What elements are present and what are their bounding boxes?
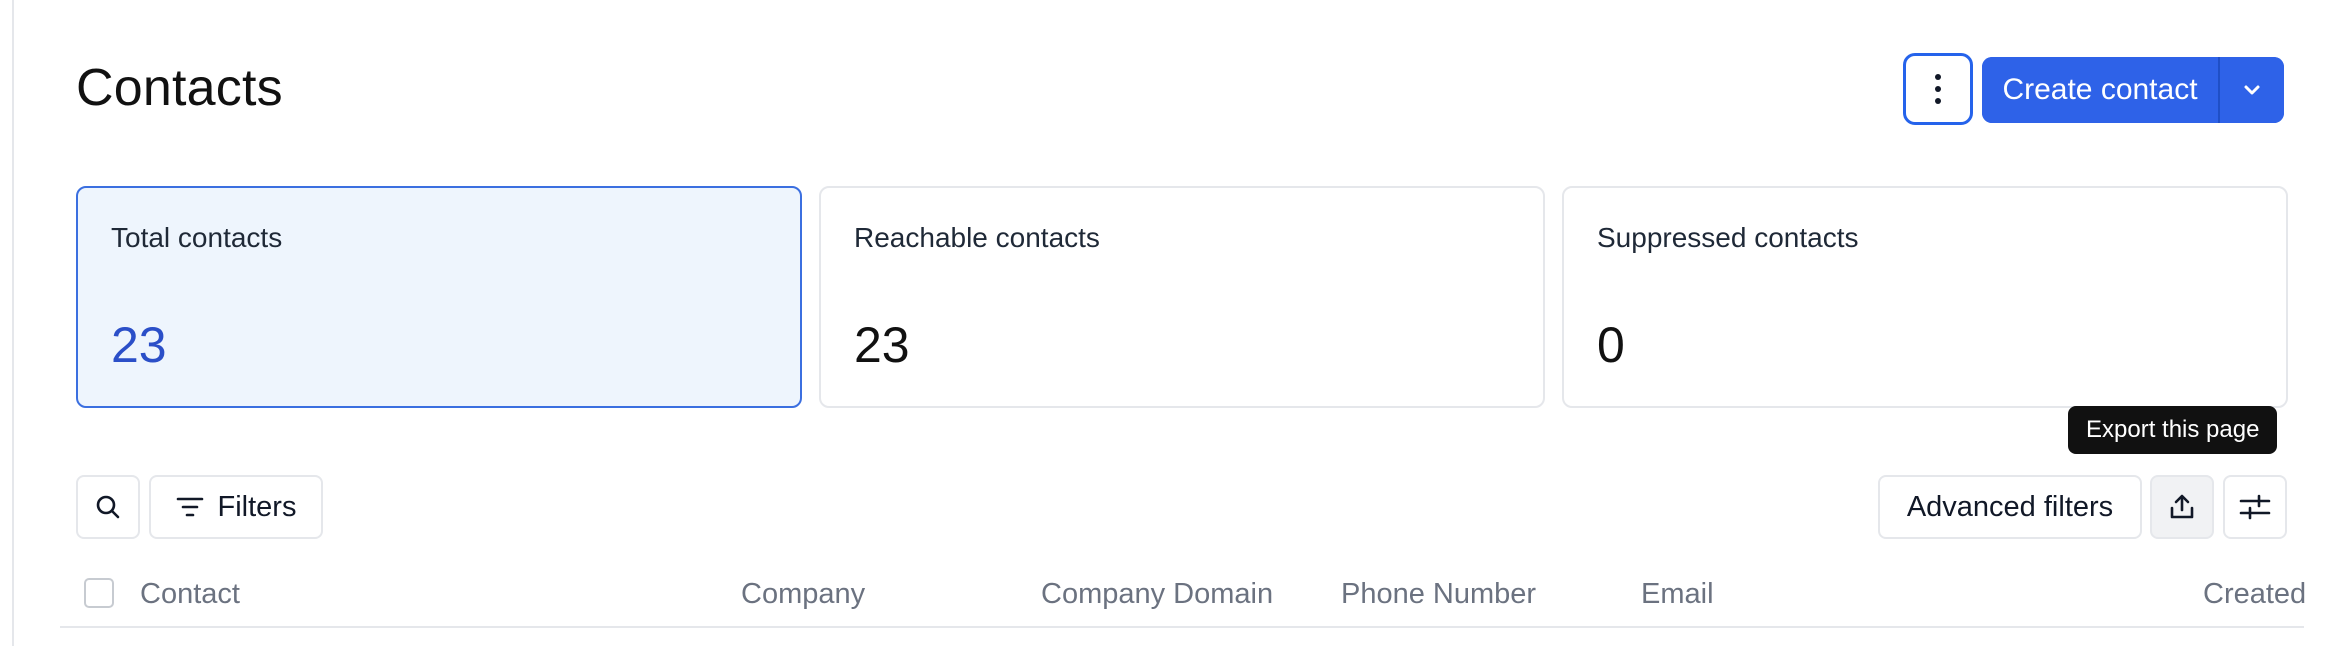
create-options-button[interactable]: [2220, 57, 2284, 123]
upload-icon: [2168, 493, 2196, 521]
stat-label: Suppressed contacts: [1597, 222, 1859, 253]
column-header-company-domain[interactable]: Company Domain: [1041, 578, 1273, 611]
search-button[interactable]: [76, 475, 140, 539]
column-header-company[interactable]: Company: [741, 578, 865, 611]
contacts-page: Contacts Create contact Total contacts 2…: [0, 0, 2348, 646]
column-header-phone-number[interactable]: Phone Number: [1341, 578, 1536, 611]
vertical-dots-icon: [1935, 74, 1941, 104]
stat-label: Total contacts: [111, 222, 283, 253]
stat-card-reachable-contacts[interactable]: Reachable contacts 23: [819, 186, 1545, 408]
stat-value: 23: [854, 317, 910, 373]
page-title: Contacts: [76, 59, 283, 117]
column-header-contact[interactable]: Contact: [140, 578, 240, 611]
chevron-down-icon: [2243, 84, 2261, 96]
stat-value: 0: [1597, 317, 1625, 373]
more-actions-button[interactable]: [1903, 53, 1973, 125]
column-header-created[interactable]: Created: [2203, 578, 2306, 611]
filters-label: Filters: [217, 490, 297, 523]
column-settings-button[interactable]: [2223, 475, 2287, 539]
sliders-icon: [2239, 493, 2271, 521]
export-tooltip: Export this page: [2068, 406, 2278, 454]
column-header-email[interactable]: Email: [1641, 578, 1714, 611]
export-button[interactable]: [2150, 475, 2214, 539]
table-header: Contact Company Company Domain Phone Num…: [60, 564, 2306, 628]
create-contact-split-button: Create contact: [1982, 57, 2284, 123]
stat-value: 23: [111, 317, 167, 373]
filters-button[interactable]: Filters: [149, 475, 323, 539]
filter-lines-icon: [176, 495, 204, 519]
stat-card-total-contacts[interactable]: Total contacts 23: [76, 186, 802, 408]
advanced-filters-button[interactable]: Advanced filters: [1878, 475, 2142, 539]
create-contact-button[interactable]: Create contact: [1982, 57, 2218, 123]
stat-card-suppressed-contacts[interactable]: Suppressed contacts 0: [1562, 186, 2288, 408]
select-all-checkbox[interactable]: [84, 578, 114, 608]
stat-label: Reachable contacts: [854, 222, 1100, 253]
search-icon: [94, 493, 122, 521]
sidebar-edge: [0, 0, 14, 646]
